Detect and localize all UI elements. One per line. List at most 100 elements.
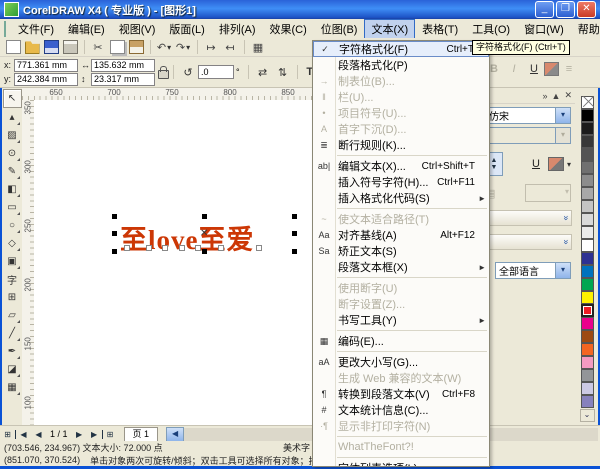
print-icon[interactable]	[61, 39, 79, 55]
underline-button[interactable]: U	[525, 60, 543, 78]
color-swatch-brown[interactable]	[580, 330, 594, 343]
color-swatch-white[interactable]	[580, 239, 594, 252]
text-menu-item[interactable]: ≣ 断行规则(K)...	[313, 137, 489, 153]
selection-handle[interactable]	[202, 249, 207, 254]
menubar-item[interactable]: 编辑(E)	[61, 19, 112, 39]
character-node[interactable]	[146, 245, 152, 251]
paste-icon[interactable]	[127, 39, 145, 55]
menubar-item[interactable]: 文本(X)	[364, 18, 416, 39]
menubar-item[interactable]: 位图(B)	[314, 19, 365, 39]
selection-handle[interactable]	[112, 249, 117, 254]
freehand-tool[interactable]: ✎	[4, 163, 21, 180]
minimize-button[interactable]: _	[535, 1, 554, 18]
copy-icon[interactable]	[108, 39, 126, 55]
text-menu-item[interactable]: 段落格式化(P)	[313, 57, 489, 73]
artistic-text-object[interactable]: 至love至爱	[120, 218, 255, 257]
first-page-icon[interactable]: ◀	[15, 429, 31, 439]
rectangle-tool[interactable]: ▭	[4, 199, 21, 216]
color-swatch-black[interactable]	[580, 109, 594, 122]
text-menu-item[interactable]: ≡字体列表选项(L)...	[313, 460, 489, 466]
character-node[interactable]	[256, 245, 262, 251]
text-menu-item[interactable]: Aa 对齐基线(A) Alt+F12	[313, 227, 489, 243]
color-swatch-10%-black[interactable]	[580, 226, 594, 239]
color-swatch-gray[interactable]	[580, 369, 594, 382]
color-swatch-20%-black[interactable]	[580, 213, 594, 226]
color-swatch-blue[interactable]	[580, 265, 594, 278]
add-page-icon[interactable]: ⊞	[0, 430, 15, 439]
docker-collapse-icon[interactable]: »	[543, 91, 548, 101]
text-menu-item[interactable]: 插入符号字符(H)... Ctrl+F11	[313, 174, 489, 190]
export-icon[interactable]: ↤	[221, 39, 239, 55]
save-icon[interactable]	[42, 39, 60, 55]
color-swatch-red[interactable]	[580, 304, 594, 317]
basic-shapes-tool[interactable]: ▣	[4, 253, 21, 270]
fill-color-button[interactable]	[544, 62, 559, 76]
shape-tool[interactable]: ▴	[4, 109, 21, 126]
expand-chevron-icon[interactable]: »	[561, 239, 571, 244]
expand-chevron-icon[interactable]: »	[561, 215, 571, 220]
text-menu-item[interactable]: 段落文本框(X) ►	[313, 259, 489, 275]
underline-button[interactable]: U	[532, 158, 540, 170]
color-swatch-80%-black[interactable]	[580, 135, 594, 148]
rotation-angle-input[interactable]: .0	[198, 65, 234, 79]
cut-icon[interactable]: ✂	[89, 39, 107, 55]
zoom-tool[interactable]: ⊙	[4, 145, 21, 162]
outline-tool[interactable]: ✒	[4, 343, 21, 360]
lock-ratio-icon[interactable]	[158, 65, 169, 79]
ellipse-tool[interactable]: ○	[4, 217, 21, 234]
import-icon[interactable]: ↦	[202, 39, 220, 55]
script-language-select[interactable]: 全部语言 ▾	[495, 262, 571, 279]
character-node[interactable]	[179, 245, 185, 251]
redo-icon[interactable]: ↷ ▾	[174, 39, 192, 55]
color-swatch-lavender[interactable]	[580, 382, 594, 395]
color-swatch-none[interactable]	[580, 96, 594, 109]
smart-fill-tool[interactable]: ◧	[4, 181, 21, 198]
menubar-item[interactable]: 视图(V)	[112, 19, 163, 39]
character-node[interactable]	[124, 245, 130, 251]
mirror-horizontal-button[interactable]: ⇄	[254, 63, 272, 81]
text-menu-item[interactable]: ¶ 转换到段落文本(V) Ctrl+F8	[313, 386, 489, 402]
eyedropper-tool[interactable]: ╱	[4, 325, 21, 342]
last-page-icon[interactable]: ▶	[87, 429, 103, 439]
text-menu-item[interactable]: ✓ 字符格式化(F) Ctrl+T	[313, 41, 489, 57]
font-family-select[interactable]: 仿宋 ▾	[485, 107, 571, 124]
menubar-item[interactable]: 帮助(H)	[571, 19, 600, 39]
italic-button[interactable]: I	[505, 60, 523, 78]
color-swatch-40%-black[interactable]	[580, 187, 594, 200]
selection-handle[interactable]	[112, 214, 117, 219]
text-menu-item[interactable]: ▦ 编码(E)...	[313, 333, 489, 349]
color-swatch-pink[interactable]	[580, 356, 594, 369]
character-node[interactable]	[218, 245, 224, 251]
y-position-input[interactable]: 242.384 mm	[14, 72, 78, 86]
open-icon[interactable]	[23, 39, 41, 55]
polygon-tool[interactable]: ◇	[4, 235, 21, 252]
selection-handle[interactable]	[292, 231, 297, 236]
interactive-fill-tool[interactable]: ▦	[4, 379, 21, 396]
menubar-item[interactable]: 版面(L)	[162, 19, 211, 39]
character-node[interactable]	[162, 245, 168, 251]
color-swatch-70%-black[interactable]	[580, 148, 594, 161]
color-swatch-magenta[interactable]	[580, 317, 594, 330]
character-fill-button[interactable]	[547, 157, 564, 171]
menubar-item[interactable]: 表格(T)	[415, 19, 465, 39]
color-swatch-90%-black[interactable]	[580, 122, 594, 135]
page-tab[interactable]: 页 1	[123, 427, 159, 441]
selection-handle[interactable]	[292, 249, 297, 254]
pick-tool[interactable]: ↖	[2, 89, 22, 108]
color-swatch-orange[interactable]	[580, 343, 594, 356]
add-page-icon[interactable]: ⊞	[103, 430, 118, 439]
character-node[interactable]	[195, 245, 201, 251]
text-menu-item[interactable]: # 文本统计信息(C)...	[313, 402, 489, 418]
chevron-down-icon[interactable]: ▾	[555, 263, 570, 278]
object-height-input[interactable]: 23.317 mm	[91, 72, 155, 86]
menubar-item[interactable]: 效果(C)	[263, 19, 314, 39]
chevron-down-icon[interactable]: ▾	[555, 108, 570, 123]
next-page-icon[interactable]: ▶	[72, 430, 87, 439]
color-swatch-50%-black[interactable]	[580, 174, 594, 187]
section-character-shift[interactable]: »	[484, 210, 572, 226]
text-menu-item[interactable]: 书写工具(Y) ►	[313, 312, 489, 328]
x-position-input[interactable]: 771.361 mm	[14, 58, 78, 72]
text-menu-item[interactable]: Sa 矫正文本(S)	[313, 243, 489, 259]
selection-handle[interactable]	[292, 214, 297, 219]
close-button[interactable]: ✕	[577, 1, 596, 18]
